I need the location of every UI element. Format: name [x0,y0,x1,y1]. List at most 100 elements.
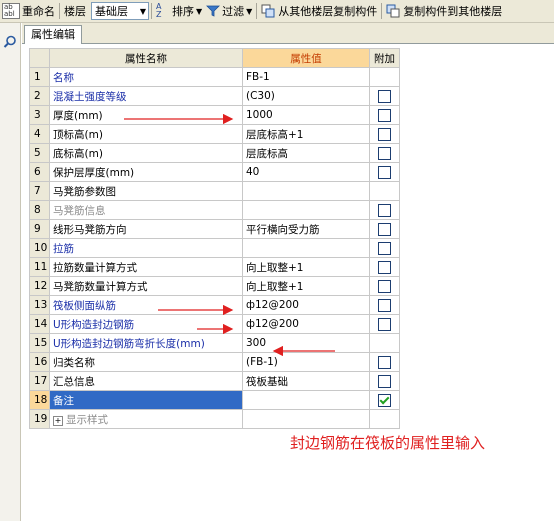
sort-button[interactable]: AZ 排序 ▼ [154,1,204,21]
property-name: 马凳筋信息 [49,200,243,220]
attach-cell [369,390,400,410]
table-row[interactable]: 19 + 显示样式 [29,409,400,429]
attach-checkbox[interactable] [378,222,391,236]
property-value[interactable] [242,200,370,220]
table-row[interactable]: 7 马凳筋参数图 [29,181,400,201]
attach-checkbox[interactable] [378,279,391,293]
property-value[interactable]: 300 [242,333,370,353]
property-value[interactable]: 层底标高+1 [242,124,370,144]
row-number-header [29,48,50,68]
copy-to-floor-label: 复制构件到其他楼层 [403,5,503,18]
attach-cell [369,143,400,163]
attach-cell [369,162,400,182]
copy-to-floor-button[interactable]: 复制构件到其他楼层 [384,1,504,21]
table-row[interactable]: 5 底标高(m) 层底标高 [29,143,400,163]
property-name: 拉筋 [49,238,243,258]
chevron-down-icon: ▼ [139,6,147,16]
tab-property-editor[interactable]: 属性编辑 [24,25,82,44]
sort-az-icon: AZ [156,2,162,19]
property-value[interactable]: (FB-1) [242,352,370,372]
property-value[interactable] [242,181,370,201]
rename-icon: ab abl [2,3,20,19]
attach-checkbox[interactable] [378,165,391,179]
property-value[interactable]: (C30) [242,86,370,106]
column-header-attach[interactable]: 附加 [369,48,400,68]
search-icon[interactable] [3,35,17,49]
table-row[interactable]: 14 U形构造封边钢筋 ф12@200 [29,314,400,334]
property-value[interactable]: ф12@200 [242,314,370,334]
toolbar-separator [151,3,152,19]
attach-checkbox[interactable] [378,298,391,312]
attach-cell [369,409,400,429]
row-number: 18 [29,390,50,410]
column-header-name[interactable]: 属性名称 [49,48,243,68]
table-row[interactable]: 8 马凳筋信息 [29,200,400,220]
filter-label: 过滤 [222,5,245,18]
column-header-value[interactable]: 属性值 [242,48,370,68]
attach-checkbox[interactable] [378,89,391,103]
chevron-down-icon: ▼ [246,6,253,16]
table-row[interactable]: 16 归类名称 (FB-1) [29,352,400,372]
attach-checkbox[interactable] [378,241,391,255]
property-value[interactable]: 层底标高 [242,143,370,163]
table-row[interactable]: 1 名称 FB-1 [29,67,400,87]
property-value[interactable]: 40 [242,162,370,182]
property-value[interactable]: ф12@200 [242,295,370,315]
annotation-note: 封边钢筋在筏板的属性里输入 [290,434,486,452]
row-number: 17 [29,371,50,391]
table-row[interactable]: 11 拉筋数量计算方式 向上取整+1 [29,257,400,277]
attach-checkbox[interactable] [378,203,391,217]
table-row[interactable]: 2 混凝土强度等级 (C30) [29,86,400,106]
property-value[interactable]: FB-1 [242,67,370,87]
attach-checkbox[interactable] [378,317,391,331]
attach-checkbox[interactable] [378,260,391,274]
row-number: 4 [29,124,50,144]
attach-checkbox[interactable] [378,108,391,122]
property-value[interactable] [242,238,370,258]
expand-icon[interactable]: + [53,415,63,426]
attach-checkbox[interactable] [378,127,391,141]
table-row[interactable]: 13 筏板侧面纵筋 ф12@200 [29,295,400,315]
attach-checkbox[interactable] [378,146,391,160]
property-value[interactable] [242,390,370,410]
table-row[interactable]: 3 厚度(mm) 1000 [29,105,400,125]
attach-cell [369,257,400,277]
table-row[interactable]: 6 保护层厚度(mm) 40 [29,162,400,182]
property-value[interactable] [242,409,370,429]
property-value[interactable]: 筏板基础 [242,371,370,391]
toolbar-separator [256,3,258,19]
attach-checkbox[interactable] [378,374,391,388]
row-number: 3 [29,105,50,125]
table-row[interactable]: 12 马凳筋数量计算方式 向上取整+1 [29,276,400,296]
table-row[interactable]: 17 汇总信息 筏板基础 [29,371,400,391]
property-name: 筏板侧面纵筋 [49,295,243,315]
table-row[interactable]: 4 顶标高(m) 层底标高+1 [29,124,400,144]
property-name: 名称 [49,67,243,87]
attach-cell [369,314,400,334]
left-panel [0,23,21,521]
attach-checkbox[interactable] [378,355,391,369]
row-number: 1 [29,67,50,87]
attach-cell [369,352,400,372]
table-row[interactable]: 10 拉筋 [29,238,400,258]
property-value[interactable]: 向上取整+1 [242,276,370,296]
table-row[interactable]: 15 U形构造封边钢筋弯折长度(mm) 300 [29,333,400,353]
property-value[interactable]: 1000 [242,105,370,125]
row-number: 5 [29,143,50,163]
copy-from-floor-icon [261,4,275,18]
attach-cell [369,200,400,220]
property-name: 顶标高(m) [49,124,243,144]
property-grid: 属性名称 属性值 附加 1 名称 FB-1 2 混凝土强度等级 (C30) 3 厚度(mm… [29,48,400,429]
table-row-selected[interactable]: 18 备注 [29,390,400,410]
property-value[interactable]: 向上取整+1 [242,257,370,277]
attach-checkbox-checked[interactable] [378,393,391,407]
property-value[interactable]: 平行横向受力筋 [242,219,370,239]
attach-cell [369,105,400,125]
table-row[interactable]: 9 线形马凳筋方向 平行横向受力筋 [29,219,400,239]
attach-cell [369,333,400,353]
copy-from-floor-button[interactable]: 从其他楼层复制构件 [259,1,379,21]
floor-select[interactable]: 基础层 ▼ [91,2,149,20]
filter-button[interactable]: 过滤 ▼ [204,1,254,21]
rename-button[interactable]: ab abl 重命名 [0,1,57,21]
row-number: 15 [29,333,50,353]
